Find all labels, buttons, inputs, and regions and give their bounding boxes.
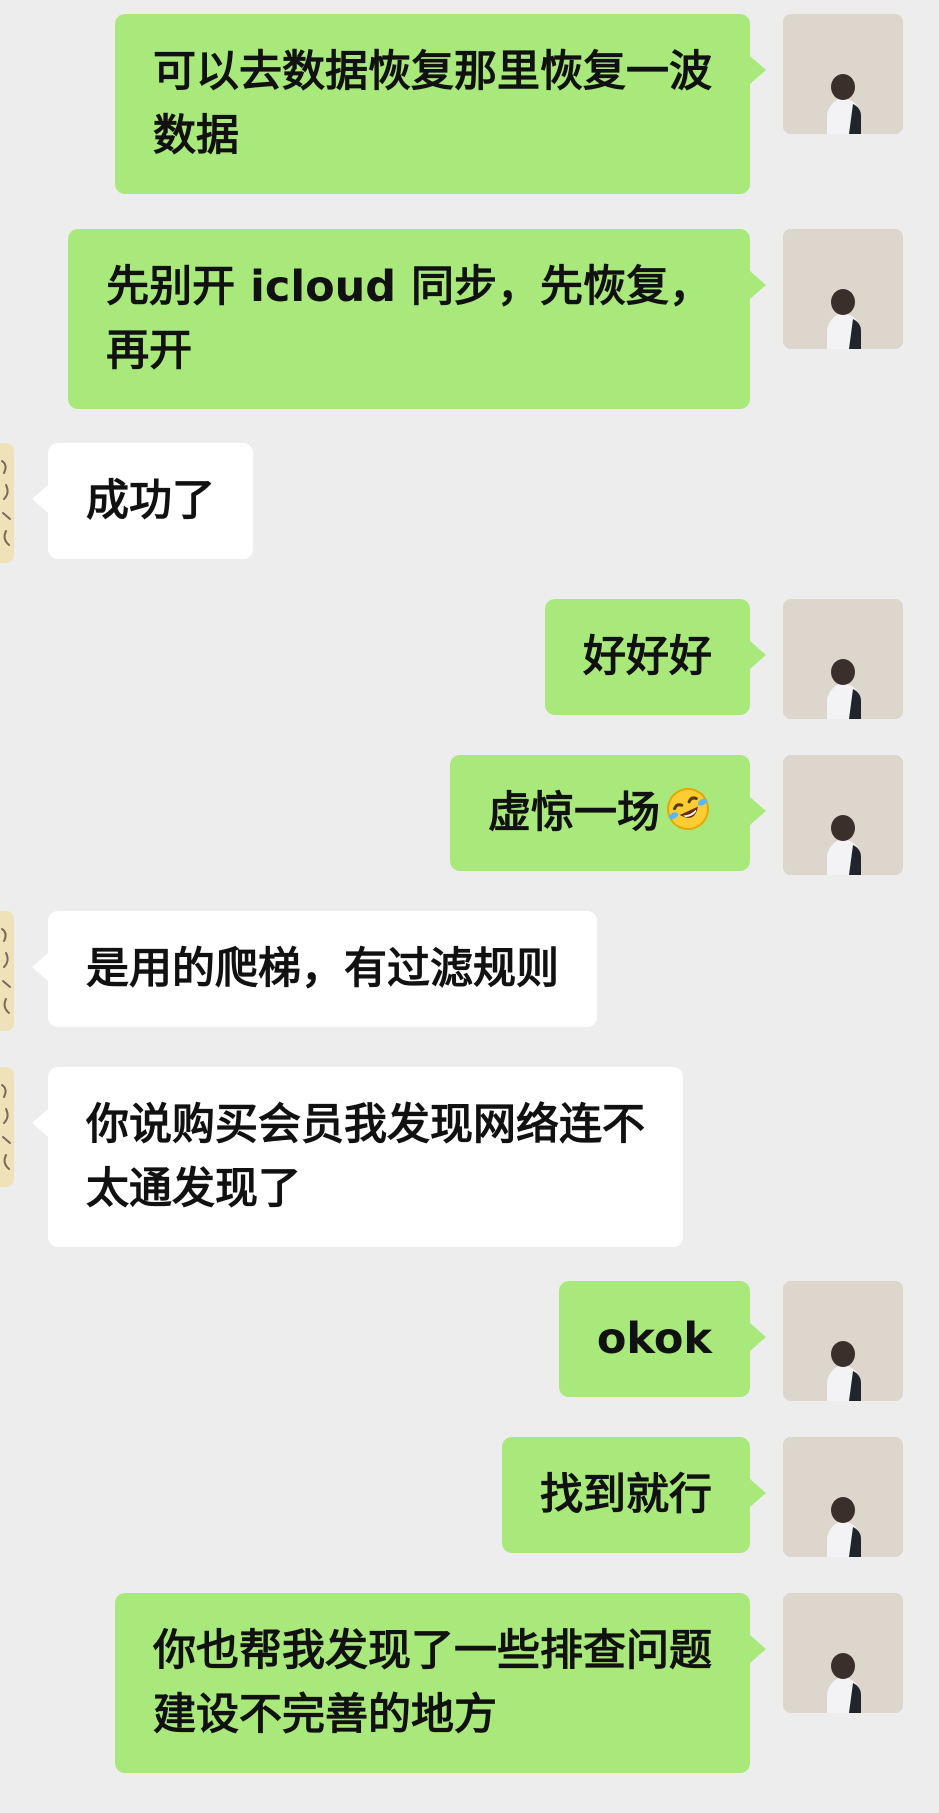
sent-message-bubble[interactable]: 虚惊一场 bbox=[450, 755, 766, 871]
sent-message-bubble[interactable]: okok bbox=[558, 1281, 767, 1397]
message-line: 你也帮我发现了一些排查问题 bbox=[153, 1626, 712, 1676]
contact-avatar-icon[interactable] bbox=[0, 443, 14, 563]
message-line: 可以去数据恢复那里恢复一波 bbox=[153, 47, 712, 97]
message-line: 虚惊一场 bbox=[488, 781, 712, 845]
message-line: 先别开 icloud 同步，先恢复， bbox=[106, 262, 712, 312]
sent-message-bubble[interactable]: 你也帮我发现了一些排查问题 建设不完善的地方 bbox=[115, 1593, 766, 1773]
sent-message-bubble[interactable]: 找到就行 bbox=[502, 1437, 766, 1553]
received-message-bubble[interactable]: 成功了 bbox=[32, 443, 253, 559]
contact-avatar-icon[interactable] bbox=[0, 911, 14, 1031]
self-avatar-icon[interactable] bbox=[783, 755, 903, 875]
message-line: 太通发现了 bbox=[86, 1164, 301, 1214]
sent-message-bubble[interactable]: 可以去数据恢复那里恢复一波 数据 bbox=[115, 14, 766, 194]
message-line: 成功了 bbox=[86, 476, 215, 526]
chat-window: 可以去数据恢复那里恢复一波 数据 先别开 icloud 同步，先恢复， 再开 成… bbox=[0, 0, 939, 1813]
received-message-bubble[interactable]: 你说购买会员我发现网络连不 太通发现了 bbox=[32, 1067, 683, 1247]
message-line: 再开 bbox=[106, 326, 193, 376]
contact-avatar-icon[interactable] bbox=[0, 1067, 14, 1187]
message-line: 是用的爬梯，有过滤规则 bbox=[86, 944, 559, 994]
self-avatar-icon[interactable] bbox=[783, 1281, 903, 1401]
rolling-on-floor-laughing-emoji-icon bbox=[664, 785, 712, 833]
message-text: 虚惊一场 bbox=[488, 788, 660, 838]
self-avatar-icon[interactable] bbox=[783, 229, 903, 349]
message-line: 你说购买会员我发现网络连不 bbox=[86, 1100, 645, 1150]
received-message-bubble[interactable]: 是用的爬梯，有过滤规则 bbox=[32, 911, 597, 1027]
self-avatar-icon[interactable] bbox=[783, 1437, 903, 1557]
self-avatar-icon[interactable] bbox=[783, 14, 903, 134]
message-line: 建设不完善的地方 bbox=[153, 1690, 497, 1740]
sent-message-bubble[interactable]: 先别开 icloud 同步，先恢复， 再开 bbox=[68, 229, 766, 409]
message-line: 找到就行 bbox=[540, 1470, 712, 1520]
self-avatar-icon[interactable] bbox=[783, 1593, 903, 1713]
sent-message-bubble[interactable]: 好好好 bbox=[545, 599, 766, 715]
message-line: okok bbox=[596, 1314, 712, 1364]
message-line: 数据 bbox=[153, 111, 239, 161]
message-line: 好好好 bbox=[583, 632, 712, 682]
self-avatar-icon[interactable] bbox=[783, 599, 903, 719]
